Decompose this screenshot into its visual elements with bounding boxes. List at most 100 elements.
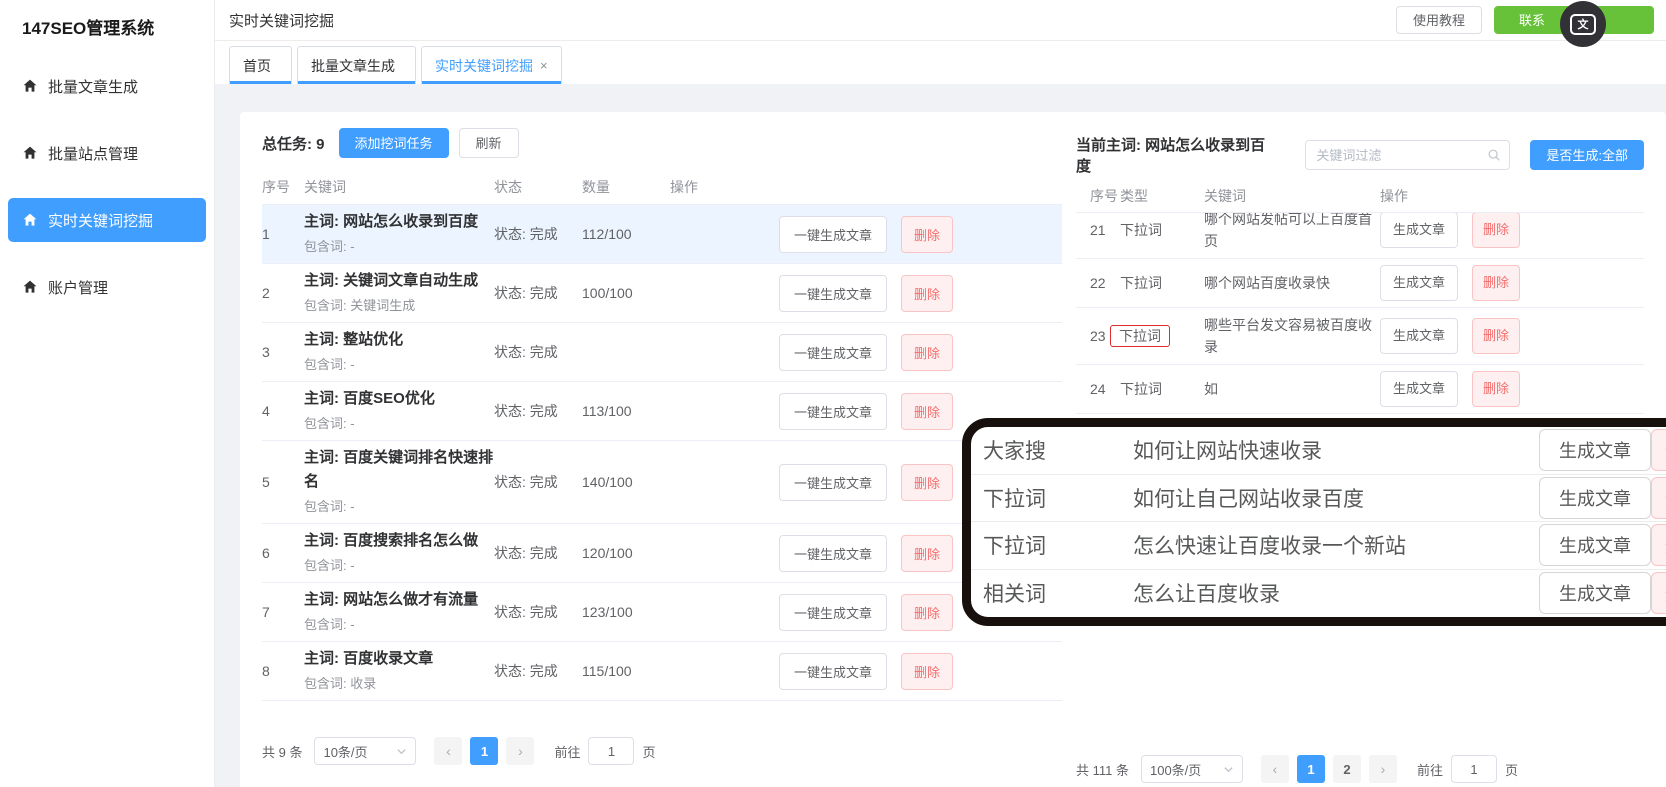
delete-button[interactable]: 删除 <box>1472 213 1521 248</box>
goto-page-input[interactable] <box>1451 755 1497 783</box>
table-row[interactable]: 23 下拉词 哪些平台发文容易被百度收录 生成文章 删除 <box>1076 308 1644 365</box>
page-size-select[interactable]: 10条/页 <box>314 737 417 765</box>
goto-page-input[interactable] <box>588 737 635 765</box>
prev-page-button[interactable]: ‹ <box>1260 755 1289 783</box>
sidebar-item-label: 批量文章生成 <box>48 78 139 96</box>
row-count: 123/100 <box>582 604 633 620</box>
page-size-select[interactable]: 100条/页 <box>1140 755 1243 783</box>
table-row[interactable]: 5 主词: 百度关键词排名快速排名 包含词: - 状态: 完成 140/100 … <box>262 441 1062 524</box>
generate-all-button[interactable]: 是否生成:全部 <box>1530 140 1644 170</box>
topbar-actions: 使用教程 联系 <box>1395 6 1654 34</box>
generate-article-button[interactable]: 生成文章 <box>1380 318 1459 354</box>
row-actions: 生成文章 删除 <box>1380 213 1644 248</box>
chevron-down-icon <box>1224 766 1233 772</box>
delete-button[interactable]: 删除 <box>901 333 954 371</box>
row-keyword-cell: 主词: 百度SEO优化 包含词: - <box>304 387 494 435</box>
delete-button[interactable]: 删除 <box>1472 265 1521 301</box>
add-task-button[interactable]: 添加挖词任务 <box>338 128 449 158</box>
generate-article-button[interactable]: 一键生成文章 <box>778 333 887 371</box>
page-number-button[interactable]: 2 <box>1332 755 1361 783</box>
tab[interactable]: 首页 <box>229 46 292 84</box>
generate-article-button[interactable]: 生成文章 <box>1380 213 1459 248</box>
row-actions: 生成文章 删除 <box>1380 371 1644 407</box>
table-row[interactable]: 3 主词: 整站优化 包含词: - 状态: 完成 一键生成文章 删除 <box>262 323 1062 382</box>
delete-button[interactable]: 删除 <box>901 652 954 690</box>
table-row[interactable]: 24 下拉词 如 生成文章 删除 <box>1076 365 1644 414</box>
delete-button[interactable]: 删除 <box>901 463 954 501</box>
generate-article-button[interactable]: 一键生成文章 <box>778 274 887 312</box>
generate-article-button[interactable]: 生成文章 <box>1539 572 1651 615</box>
delete-button[interactable]: 删除 <box>901 392 954 430</box>
page-title: 实时关键词挖掘 <box>229 12 335 30</box>
delete-button[interactable]: 删除 <box>1651 429 1666 472</box>
table-row[interactable]: 22 下拉词 哪个网站百度收录快 生成文章 删除 <box>1076 259 1644 308</box>
generate-article-button[interactable]: 一键生成文章 <box>778 463 887 501</box>
generate-article-button[interactable]: 生成文章 <box>1380 265 1459 301</box>
page-number-list: 12 <box>1296 755 1369 783</box>
row-main-keyword: 主词: 网站怎么收录到百度 <box>304 213 479 230</box>
generate-article-button[interactable]: 一键生成文章 <box>778 652 887 690</box>
sidebar-item[interactable]: 批量文章生成 <box>8 64 206 108</box>
row-included-words: 包含词: - <box>304 239 355 254</box>
delete-button[interactable]: 删除 <box>1651 476 1666 519</box>
delete-button[interactable]: 删除 <box>1472 318 1521 354</box>
row-actions: 生成文章 删除 <box>1380 265 1644 301</box>
prev-page-button[interactable]: ‹ <box>434 737 463 765</box>
delete-button[interactable]: 删除 <box>1651 572 1666 615</box>
table-row[interactable]: 1 主词: 网站怎么收录到百度 包含词: - 状态: 完成 112/100 一键… <box>262 205 1062 264</box>
next-page-button[interactable]: › <box>506 737 535 765</box>
keyword-filter-input[interactable] <box>1316 147 1488 163</box>
delete-button[interactable]: 删除 <box>901 215 954 253</box>
table-row[interactable]: 8 主词: 百度收录文章 包含词: 收录 状态: 完成 115/100 一键生成… <box>262 642 1062 701</box>
row-type-cell: 下拉词 <box>1120 378 1204 400</box>
page-number-button[interactable]: 1 <box>1296 755 1325 783</box>
generate-article-button[interactable]: 一键生成文章 <box>778 593 887 631</box>
delete-button[interactable]: 删除 <box>901 534 954 572</box>
row-status: 状态: 完成 <box>494 344 558 360</box>
row-seq: 2 <box>262 285 270 301</box>
generate-article-button[interactable]: 一键生成文章 <box>778 392 887 430</box>
row-keyword: 哪个网站百度收录快 <box>1204 275 1330 291</box>
tab-label: 首页 <box>243 57 271 74</box>
row-keyword-cell: 主词: 百度关键词排名快速排名 包含词: - <box>304 446 494 518</box>
tab[interactable]: 批量文章生成 <box>297 46 416 84</box>
home-icon <box>23 213 37 226</box>
generate-article-button[interactable]: 一键生成文章 <box>778 215 887 253</box>
next-page-button[interactable]: › <box>1368 755 1397 783</box>
keyword-table-header: 序号 类型 关键词 操作 <box>1076 180 1644 213</box>
table-row[interactable]: 2 主词: 关键词文章自动生成 包含词: 关键词生成 状态: 完成 100/10… <box>262 264 1062 323</box>
row-main-keyword: 主词: 关键词文章自动生成 <box>304 272 479 289</box>
generate-article-button[interactable]: 生成文章 <box>1539 524 1651 567</box>
page-number-button[interactable]: 1 <box>470 737 499 765</box>
row-type: 下拉词 <box>1120 275 1162 291</box>
delete-button[interactable]: 删除 <box>901 274 954 312</box>
sidebar-item[interactable]: 账户管理 <box>8 265 206 309</box>
help-button[interactable]: 使用教程 <box>1395 6 1482 34</box>
sidebar-item[interactable]: 批量站点管理 <box>8 131 206 175</box>
sidebar-item-label: 账户管理 <box>48 279 109 297</box>
row-seq: 24 <box>1090 381 1106 397</box>
delete-button[interactable]: 删除 <box>1651 524 1666 567</box>
table-row[interactable]: 4 主词: 百度SEO优化 包含词: - 状态: 完成 113/100 一键生成… <box>262 382 1062 441</box>
generate-article-button[interactable]: 生成文章 <box>1539 476 1651 519</box>
generate-article-button[interactable]: 生成文章 <box>1380 371 1459 407</box>
sidebar-item[interactable]: 实时关键词挖掘 <box>8 198 206 242</box>
refresh-button[interactable]: 刷新 <box>458 128 519 158</box>
tab[interactable]: 实时关键词挖掘 × <box>421 46 562 84</box>
generate-article-button[interactable]: 生成文章 <box>1539 429 1651 472</box>
row-keyword: 哪个网站发帖可以上百度首页 <box>1204 213 1372 249</box>
table-row[interactable]: 7 主词: 网站怎么做才有流量 包含词: - 状态: 完成 123/100 一键… <box>262 583 1062 642</box>
tab-close-icon[interactable]: × <box>540 58 548 73</box>
row-keyword: 如何让网站快速收录 <box>1133 440 1322 464</box>
row-type: 下拉词 <box>1110 325 1170 347</box>
keyword-filter <box>1305 140 1511 170</box>
row-main-keyword: 主词: 百度收录文章 <box>304 650 434 667</box>
table-row[interactable]: 21 下拉词 哪个网站发帖可以上百度首页 生成文章 删除 <box>1076 213 1644 259</box>
generate-article-button[interactable]: 一键生成文章 <box>778 534 887 572</box>
table-row[interactable]: 6 主词: 百度搜索排名怎么做 包含词: - 状态: 完成 120/100 一键… <box>262 524 1062 583</box>
task-pagination: 共 9 条 10条/页 ‹ 1 › 前往 页 <box>262 737 1062 765</box>
delete-button[interactable]: 删除 <box>1472 371 1521 407</box>
row-keyword-cell: 主词: 百度收录文章 包含词: 收录 <box>304 647 494 695</box>
row-status: 状态: 完成 <box>494 545 558 561</box>
delete-button[interactable]: 删除 <box>901 593 954 631</box>
